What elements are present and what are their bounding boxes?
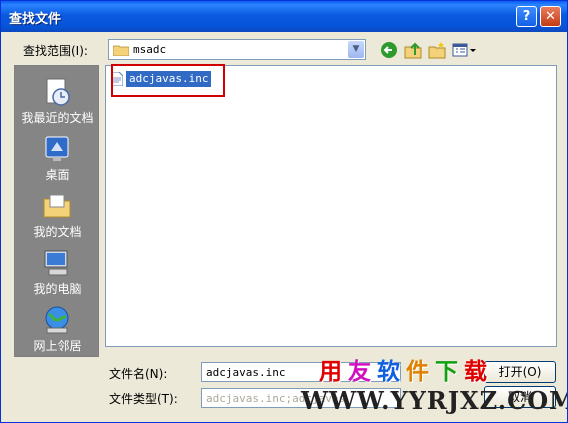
my-computer-icon [44,250,68,276]
watermark-char: 件 [406,359,435,385]
find-file-dialog: 查找文件 ? ✕ 查找范围(I): msadc ▼ 我最近的文档 桌面 我的文档 [0,0,568,423]
filetype-label: 文件类型(T): [109,392,178,406]
folder-icon [113,45,129,56]
desktop-icon [45,136,69,161]
watermark-char: 软 [377,359,406,385]
watermark-url: WWW.YYRJXZ.COM [301,386,568,415]
file-list[interactable]: adcjavas.inc [105,65,557,347]
recent-documents-icon [46,78,70,106]
my-documents-icon [43,194,71,218]
places-bar: 我最近的文档 桌面 我的文档 我的电脑 网上邻居 [14,65,99,357]
close-button[interactable]: ✕ [540,6,561,27]
place-my-documents[interactable]: 我的文档 [15,188,100,243]
watermark-char: 载 [464,359,493,385]
title-bar[interactable]: 查找文件 ? ✕ [1,1,567,32]
look-in-value: msadc [133,43,167,56]
watermark-char: 下 [435,359,464,385]
view-menu-icon[interactable] [451,40,477,60]
chevron-down-icon[interactable]: ▼ [348,41,364,58]
place-my-computer[interactable]: 我的电脑 [15,245,100,300]
place-network[interactable]: 网上邻居 [15,302,100,357]
place-label: 我的电脑 [33,282,82,296]
up-folder-icon[interactable] [403,40,423,60]
place-label: 我的文档 [33,225,82,239]
network-places-icon [45,306,69,334]
watermark-char: 友 [348,359,377,385]
new-folder-icon[interactable] [427,40,447,60]
place-desktop[interactable]: 桌面 [15,131,100,186]
open-button[interactable]: 打开(O) [484,361,556,383]
place-label: 桌面 [45,168,70,182]
help-button[interactable]: ? [516,6,537,27]
window-title: 查找文件 [9,12,62,27]
place-label: 网上邻居 [33,339,82,353]
look-in-dropdown[interactable]: msadc ▼ [108,39,366,60]
look-in-label: 查找范围(I): [23,44,88,58]
place-recent-documents[interactable]: 我最近的文档 [15,74,100,129]
watermark-char: 用 [319,359,348,385]
highlight-box [111,64,225,97]
filename-label: 文件名(N): [109,367,168,381]
back-arrow-icon[interactable] [379,40,399,60]
watermark-text: 用友软件下载 [319,352,493,386]
place-label: 我最近的文档 [21,111,94,125]
